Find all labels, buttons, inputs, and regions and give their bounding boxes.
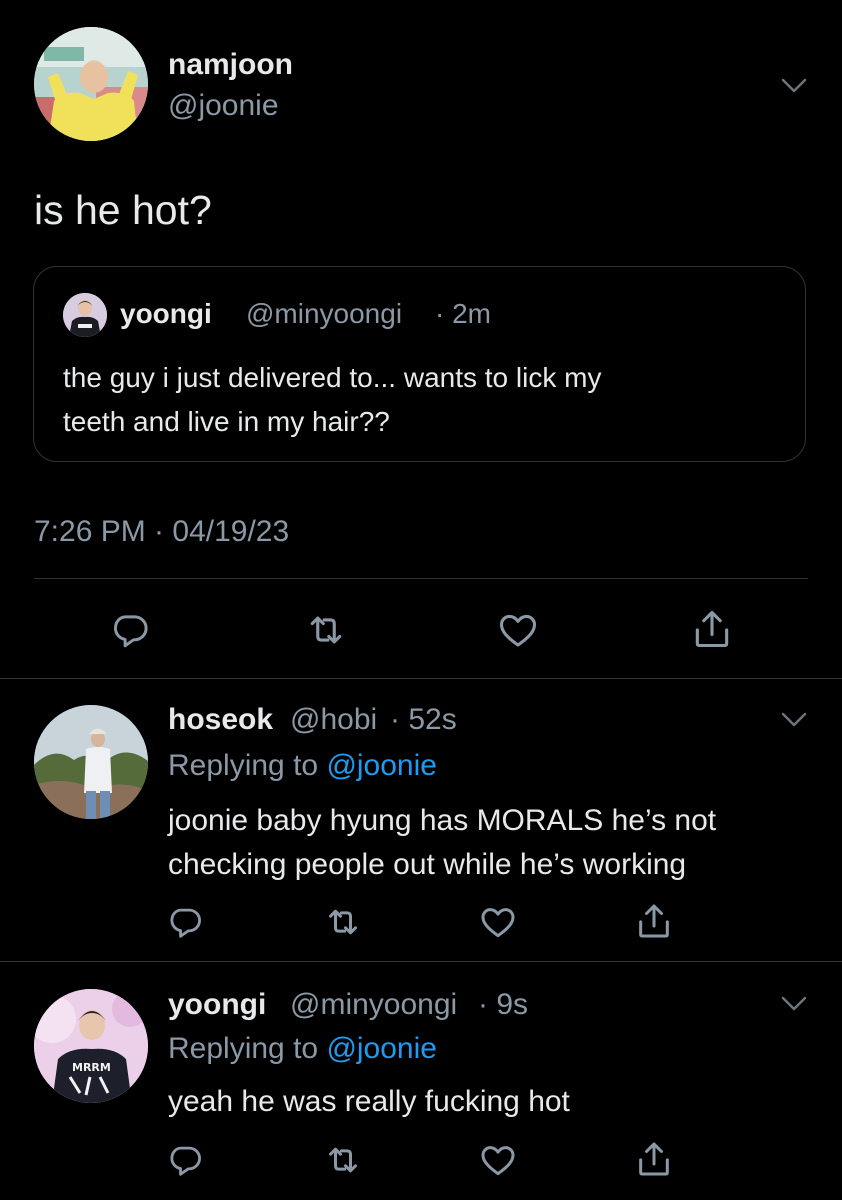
quote-avatar bbox=[63, 293, 107, 337]
retweet-button[interactable] bbox=[300, 606, 352, 654]
replying-prefix: Replying to bbox=[168, 749, 327, 782]
like-button[interactable] bbox=[476, 900, 520, 944]
avatar-photo bbox=[34, 705, 148, 819]
replying-prefix: Replying to bbox=[168, 1032, 327, 1065]
svg-text:MRRM: MRRM bbox=[72, 1061, 111, 1074]
reply-icon bbox=[170, 1146, 201, 1176]
author-display-name[interactable]: hoseok bbox=[168, 702, 273, 738]
tweet-age: · 9s bbox=[478, 988, 529, 1021]
reply-button[interactable] bbox=[106, 606, 154, 654]
retweet-button[interactable] bbox=[320, 900, 366, 944]
avatar[interactable]: MRRM bbox=[34, 989, 148, 1103]
share-icon bbox=[695, 610, 729, 648]
divider bbox=[0, 961, 842, 962]
tweet-text: is he hot? bbox=[34, 187, 212, 233]
replying-to: Replying to @joonie bbox=[168, 1031, 437, 1067]
retweet-icon bbox=[310, 616, 342, 644]
chevron-down-icon[interactable] bbox=[781, 996, 807, 1012]
heart-icon bbox=[481, 1146, 515, 1176]
tweet-timestamp[interactable]: 7:26 PM · 04/19/23 bbox=[34, 514, 289, 550]
author-handle[interactable]: @joonie bbox=[168, 88, 279, 124]
avatar-photo bbox=[34, 27, 148, 141]
avatar-photo: MRRM bbox=[34, 989, 148, 1103]
author-display-name[interactable]: namjoon bbox=[168, 47, 293, 83]
share-button[interactable] bbox=[632, 898, 676, 944]
replying-to: Replying to @joonie bbox=[168, 748, 437, 784]
share-button[interactable] bbox=[632, 1136, 676, 1182]
avatar[interactable] bbox=[34, 705, 148, 819]
chevron-down-icon[interactable] bbox=[781, 78, 807, 94]
share-icon bbox=[639, 904, 669, 938]
divider bbox=[34, 578, 808, 579]
share-icon bbox=[639, 1142, 669, 1176]
retweet-button[interactable] bbox=[320, 1138, 366, 1182]
retweet-icon bbox=[329, 1147, 357, 1173]
replying-to-link[interactable]: @joonie bbox=[326, 749, 437, 782]
quote-text-line: the guy i just delivered to... wants to … bbox=[63, 362, 602, 393]
quote-handle: @minyoongi bbox=[246, 298, 403, 329]
divider bbox=[0, 678, 842, 679]
reply-button[interactable] bbox=[163, 1138, 207, 1182]
tweet-age: · 52s bbox=[390, 703, 457, 736]
share-button[interactable] bbox=[688, 604, 736, 654]
tweet-text-line: joonie baby hyung has MORALS he’s not bbox=[168, 804, 717, 837]
avatar-photo bbox=[63, 293, 107, 337]
author-handle[interactable]: @minyoongi bbox=[290, 987, 457, 1023]
like-button[interactable] bbox=[476, 1138, 520, 1182]
tweet-text-line: checking people out while he’s working bbox=[168, 848, 687, 881]
reply-icon bbox=[170, 908, 201, 938]
replying-to-link[interactable]: @joonie bbox=[326, 1032, 437, 1065]
author-display-name[interactable]: yoongi bbox=[168, 987, 266, 1023]
heart-icon bbox=[499, 614, 537, 647]
retweet-icon bbox=[329, 909, 357, 935]
tweet-text-line: yeah he was really fucking hot bbox=[168, 1085, 570, 1118]
like-button[interactable] bbox=[494, 606, 542, 654]
quote-text-line: teeth and live in my hair?? bbox=[63, 406, 390, 437]
reply-icon bbox=[113, 615, 148, 648]
tweet-text: yeah he was really fucking hot bbox=[168, 1080, 570, 1124]
author-handle[interactable]: @hobi bbox=[290, 702, 377, 738]
quote-display-name: yoongi bbox=[120, 298, 212, 329]
quote-text: the guy i just delivered to... wants to … bbox=[63, 356, 601, 444]
avatar[interactable] bbox=[34, 27, 148, 141]
quote-age: · 2m bbox=[435, 298, 491, 329]
heart-icon bbox=[481, 908, 515, 938]
tweet-text: joonie baby hyung has MORALS he’s not ch… bbox=[168, 799, 716, 887]
chevron-down-icon[interactable] bbox=[781, 712, 807, 728]
reply-button[interactable] bbox=[163, 900, 207, 944]
